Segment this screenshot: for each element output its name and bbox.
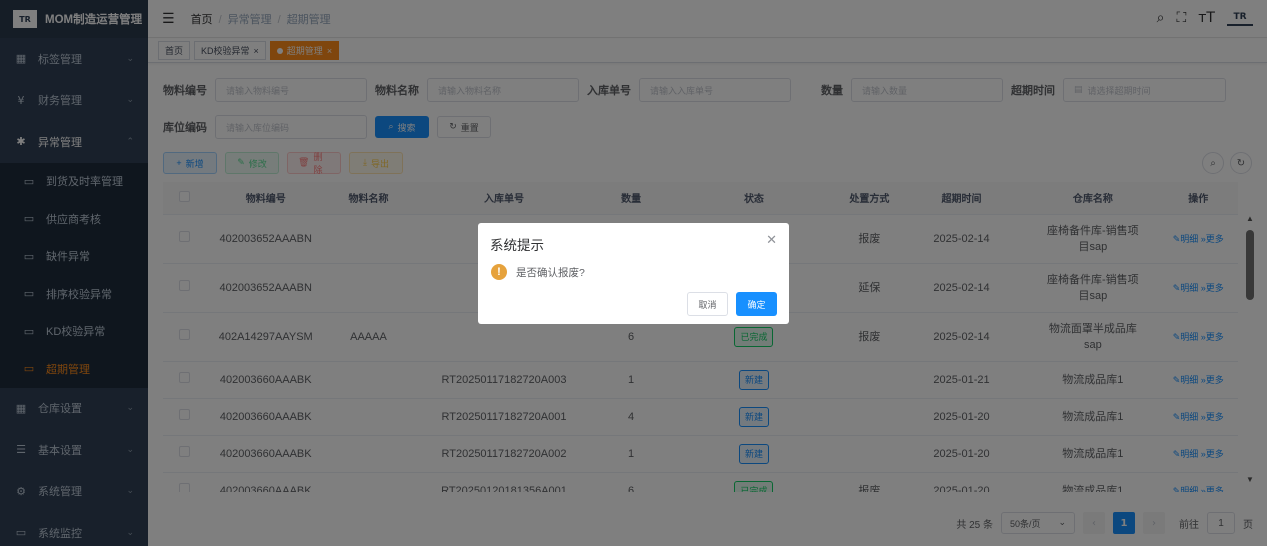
close-icon[interactable]: ✕ — [766, 233, 777, 248]
dialog-title: 系统提示 — [490, 238, 544, 253]
dialog-message-text: 是否确认报废? — [516, 266, 585, 279]
confirm-dialog: 系统提示 ✕ ! 是否确认报废? 取消 确定 — [478, 223, 789, 324]
warning-icon: ! — [491, 264, 507, 280]
cancel-button[interactable]: 取消 — [687, 292, 728, 316]
confirm-button[interactable]: 确定 — [736, 292, 777, 316]
dialog-message: ! 是否确认报废? — [491, 264, 585, 280]
